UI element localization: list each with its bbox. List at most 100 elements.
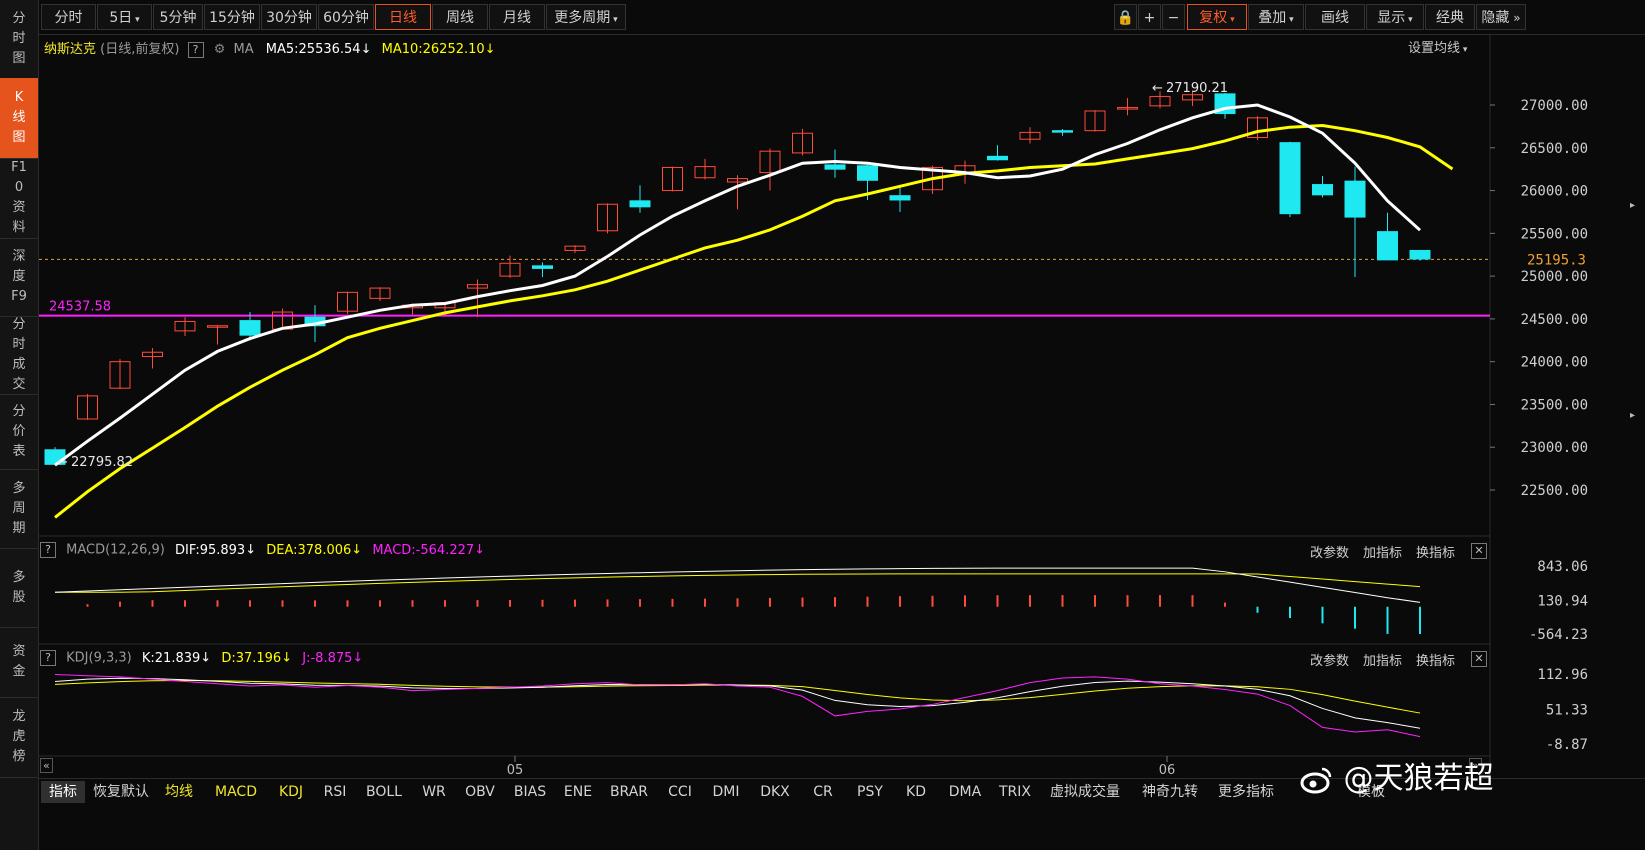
sidebar-item-5[interactable]: 分价表 <box>0 394 38 470</box>
indicator-tab-18[interactable]: DMA <box>941 781 989 803</box>
sidebar-item-9[interactable]: 龙虎榜 <box>0 697 38 778</box>
indicator-tab-0[interactable]: 指标 <box>41 781 85 803</box>
kdj-tick-label: 112.96 <box>1537 667 1588 683</box>
ma10-arrow-icon: ↓ <box>484 42 496 57</box>
period-tab-label: 周线 <box>446 10 474 26</box>
sidebar-item-6[interactable]: 多周期 <box>0 469 38 549</box>
current-price-label: 25195.3 <box>1527 252 1586 268</box>
panel-expand-icon-2[interactable]: ▸ <box>1630 410 1635 421</box>
horizontal-line-label: 24537.58 <box>49 300 111 315</box>
indicator-tab-16[interactable]: PSY <box>849 781 891 803</box>
macd-switch-indicator[interactable]: 换指标 <box>1416 542 1455 561</box>
help-icon[interactable]: ? <box>187 41 204 58</box>
kdj-help-icon[interactable]: ? <box>40 650 56 666</box>
period-tab-3[interactable]: 15分钟 <box>204 4 260 30</box>
indicator-tab-13[interactable]: DMI <box>705 781 747 803</box>
low-marker-label: 22795.82 <box>71 455 133 470</box>
sidebar-item-2[interactable]: F10资料 <box>0 158 38 239</box>
period-tab-label: 15分钟 <box>209 10 255 26</box>
scroll-left-icon[interactable]: « <box>40 758 53 773</box>
candle-body <box>1409 249 1431 260</box>
period-tab-0[interactable]: 分时 <box>41 4 96 30</box>
period-tab-5[interactable]: 60分钟 <box>318 4 374 30</box>
sidebar-item-label: 分时图 <box>12 11 26 66</box>
indicator-tab-14[interactable]: DKX <box>753 781 797 803</box>
panel-expand-icon[interactable]: ▸ <box>1630 200 1635 211</box>
price-tick-label: 23000.00 <box>1521 440 1588 456</box>
indicator-tab-9[interactable]: BIAS <box>507 781 553 803</box>
high-marker-arrow-icon: ← <box>1152 81 1163 96</box>
ma10-value: MA10:26252.10 <box>381 42 485 57</box>
macd-add-indicator[interactable]: 加指标 <box>1363 542 1402 561</box>
plus-icon[interactable]: + <box>1138 4 1161 30</box>
watermark-text: @天狼若超 <box>1343 761 1494 796</box>
set-ma-button[interactable]: 设置均线 ▾ <box>1408 37 1467 56</box>
indicator-tab-7[interactable]: WR <box>415 781 453 803</box>
double-chevron-icon: » <box>1509 11 1521 25</box>
indicator-tab-4[interactable]: KDJ <box>271 781 311 803</box>
period-tab-1[interactable]: 5日 ▾ <box>97 4 152 30</box>
kdj-add-indicator[interactable]: 加指标 <box>1363 650 1402 669</box>
period-tab-label: 30分钟 <box>266 10 312 26</box>
indicator-tab-17[interactable]: KD <box>897 781 935 803</box>
indicator-tab-19[interactable]: TRIX <box>995 781 1035 803</box>
kdj-switch-indicator[interactable]: 换指标 <box>1416 650 1455 669</box>
dea-arrow-icon: ↓ <box>351 542 363 558</box>
macd-close-icon[interactable]: ✕ <box>1471 543 1487 559</box>
period-tab-6[interactable]: 日线 <box>375 4 431 30</box>
sidebar-item-3[interactable]: 深度F9 <box>0 238 38 317</box>
sidebar-item-0[interactable]: 分时图 <box>0 0 38 79</box>
indicator-tab-8[interactable]: OBV <box>459 781 501 803</box>
indicator-tab-12[interactable]: CCI <box>661 781 699 803</box>
indicator-tab-11[interactable]: BRAR <box>603 781 655 803</box>
indicator-tab-1[interactable]: 恢复默认 <box>91 781 151 803</box>
macd-edit-params[interactable]: 改参数 <box>1310 542 1349 561</box>
kdj-close-icon[interactable]: ✕ <box>1471 651 1487 667</box>
candle-body <box>1279 142 1301 215</box>
toolbar-button-2[interactable]: 画线 <box>1305 4 1365 30</box>
sidebar-item-8[interactable]: 资金 <box>0 627 38 698</box>
gear-icon[interactable]: ⚙ <box>214 42 226 57</box>
period-tab-4[interactable]: 30分钟 <box>261 4 317 30</box>
sidebar-item-7[interactable]: 多股 <box>0 549 38 628</box>
candle-body <box>532 265 553 269</box>
toolbar-button-label: 画线 <box>1321 10 1349 26</box>
chevron-down-icon: ▾ <box>1405 15 1413 25</box>
candle-body <box>824 164 846 170</box>
toolbar-button-4[interactable]: 经典 <box>1425 4 1475 30</box>
lock-icon[interactable]: 🔒 <box>1114 4 1137 30</box>
chevron-down-icon: ▾ <box>132 15 140 25</box>
candle-body <box>629 200 651 208</box>
indicator-tab-21[interactable]: 神奇九转 <box>1135 781 1205 803</box>
candle-body <box>987 155 1008 161</box>
toolbar-button-5[interactable]: 隐藏 » <box>1476 4 1526 30</box>
indicator-tab-5[interactable]: RSI <box>317 781 353 803</box>
sidebar-item-1[interactable]: K线图 <box>0 78 38 159</box>
indicator-tab-22[interactable]: 更多指标 <box>1211 781 1281 803</box>
indicator-tab-6[interactable]: BOLL <box>359 781 409 803</box>
indicator-tab-10[interactable]: ENE <box>559 781 597 803</box>
left-sidebar: 分时图 K线图 F10资料深度F9 分时成交 分价表 多周期 多股 资金 龙虎榜 <box>0 0 39 850</box>
indicator-tab-20[interactable]: 虚拟成交量 <box>1041 781 1129 803</box>
toolbar-button-1[interactable]: 叠加 ▾ <box>1248 4 1304 30</box>
ma10-line <box>54 123 1454 519</box>
period-tab-9[interactable]: 更多周期 ▾ <box>546 4 626 30</box>
indicator-tab-3[interactable]: MACD <box>207 781 265 803</box>
indicator-tab-15[interactable]: CR <box>803 781 843 803</box>
chart-area[interactable]: 27000.00 26500.00 26000.00 25500.00 25000.00… <box>39 34 1645 778</box>
toolbar-button-label: 经典 <box>1436 10 1464 26</box>
period-tab-7[interactable]: 周线 <box>432 4 488 30</box>
d-arrow-icon: ↓ <box>281 650 293 666</box>
kdj-edit-params[interactable]: 改参数 <box>1310 650 1349 669</box>
indicator-tab-2[interactable]: 均线 <box>157 781 201 803</box>
toolbar-button-3[interactable]: 显示 ▾ <box>1366 4 1424 30</box>
period-tab-label: 更多周期 <box>554 10 611 26</box>
minus-icon[interactable]: − <box>1162 4 1185 30</box>
price-tick-label: 26500.00 <box>1521 141 1588 157</box>
toolbar-button-0[interactable]: 复权 ▾ <box>1187 4 1247 30</box>
macd-help-icon[interactable]: ? <box>40 542 56 558</box>
period-tab-2[interactable]: 5分钟 <box>153 4 203 30</box>
sidebar-item-label: 深度F9 <box>11 249 27 304</box>
sidebar-item-4[interactable]: 分时成交 <box>0 316 38 395</box>
period-tab-8[interactable]: 月线 <box>489 4 545 30</box>
